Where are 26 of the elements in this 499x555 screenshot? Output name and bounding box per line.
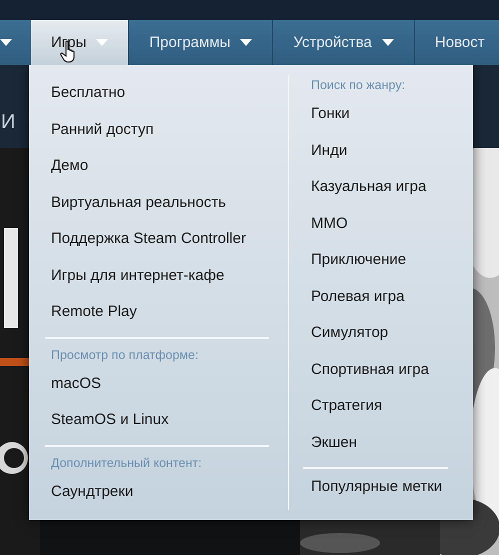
menu-item[interactable]: MMO bbox=[311, 206, 455, 242]
menu-section-heading: Просмотр по платформе: bbox=[51, 346, 200, 362]
menu-item[interactable]: Remote Play bbox=[45, 294, 272, 330]
menu-item[interactable]: Демо bbox=[45, 148, 272, 184]
menu-section-heading: Поиск по жанру: bbox=[311, 77, 406, 93]
menu-item[interactable]: Приключение bbox=[311, 242, 455, 278]
menu-item[interactable]: Инди bbox=[311, 132, 455, 169]
menu-item[interactable]: Стратегия bbox=[311, 388, 455, 424]
menu-section-heading: Дополнительный контент: bbox=[51, 454, 203, 470]
menu-item[interactable]: Поддержка Steam Controller bbox=[45, 221, 272, 258]
menu-item[interactable]: Виртуальная реальность bbox=[45, 184, 272, 221]
menu-item[interactable]: Бесплатно bbox=[45, 75, 272, 112]
menu-item[interactable]: Экшен bbox=[311, 424, 455, 461]
menu-item[interactable]: Казуальная игра bbox=[311, 169, 455, 206]
menu-item[interactable]: Симулятор bbox=[311, 315, 455, 352]
menu-item[interactable]: Популярные метки bbox=[311, 469, 455, 506]
section-heading: И bbox=[1, 111, 18, 134]
menu-item[interactable]: Гонки bbox=[311, 96, 455, 132]
menu-item[interactable]: Ролевая игра bbox=[311, 278, 455, 315]
menu-item[interactable]: SteamOS и Linux bbox=[45, 402, 272, 438]
menu-item[interactable]: Ранний доступ bbox=[45, 112, 272, 148]
nav-tab[interactable]: Игры bbox=[31, 20, 130, 65]
menu-item[interactable]: macOS bbox=[45, 366, 272, 402]
menu-item[interactable]: Спортивная игра bbox=[311, 352, 455, 388]
menu-item[interactable]: Игры для интернет-кафе bbox=[45, 258, 272, 294]
menu-item[interactable]: Саундтреки bbox=[45, 474, 272, 510]
